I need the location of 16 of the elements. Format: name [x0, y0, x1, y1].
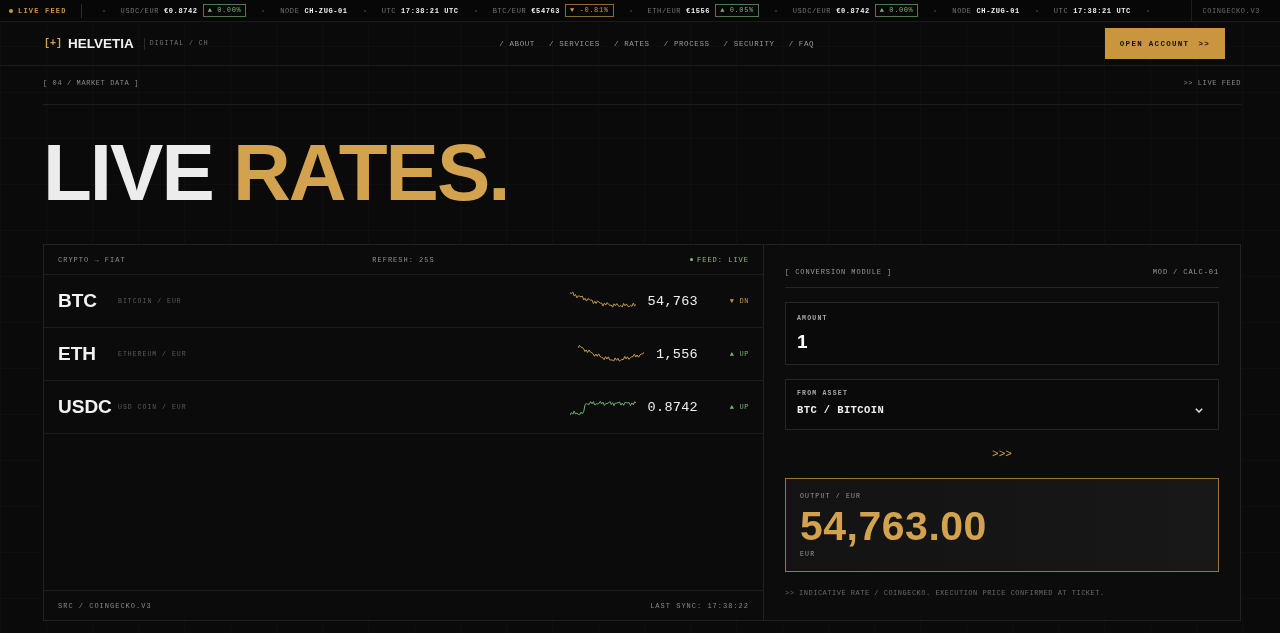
asset-price: 54,763: [647, 293, 698, 309]
conversion-arrows: >>>: [992, 448, 1012, 460]
status-dot-icon: [9, 8, 13, 13]
asset-price: 1,556: [656, 346, 698, 362]
asset-symbol: USDC: [58, 396, 113, 418]
asset-price: 0.8742: [647, 399, 698, 415]
brand-name: HELVETIA: [68, 36, 134, 51]
sparkline: [578, 344, 644, 364]
logo-mark: [+]: [44, 38, 62, 49]
status-dot-icon: [690, 258, 693, 261]
page-title: LIVE RATES.: [43, 133, 510, 213]
chevron-down-icon: [1195, 407, 1203, 413]
asset-symbol: BTC: [58, 290, 99, 312]
output-amount: 54,763.00: [800, 506, 987, 547]
sparkline: [569, 291, 636, 311]
asset-symbol: ETH: [58, 343, 97, 365]
